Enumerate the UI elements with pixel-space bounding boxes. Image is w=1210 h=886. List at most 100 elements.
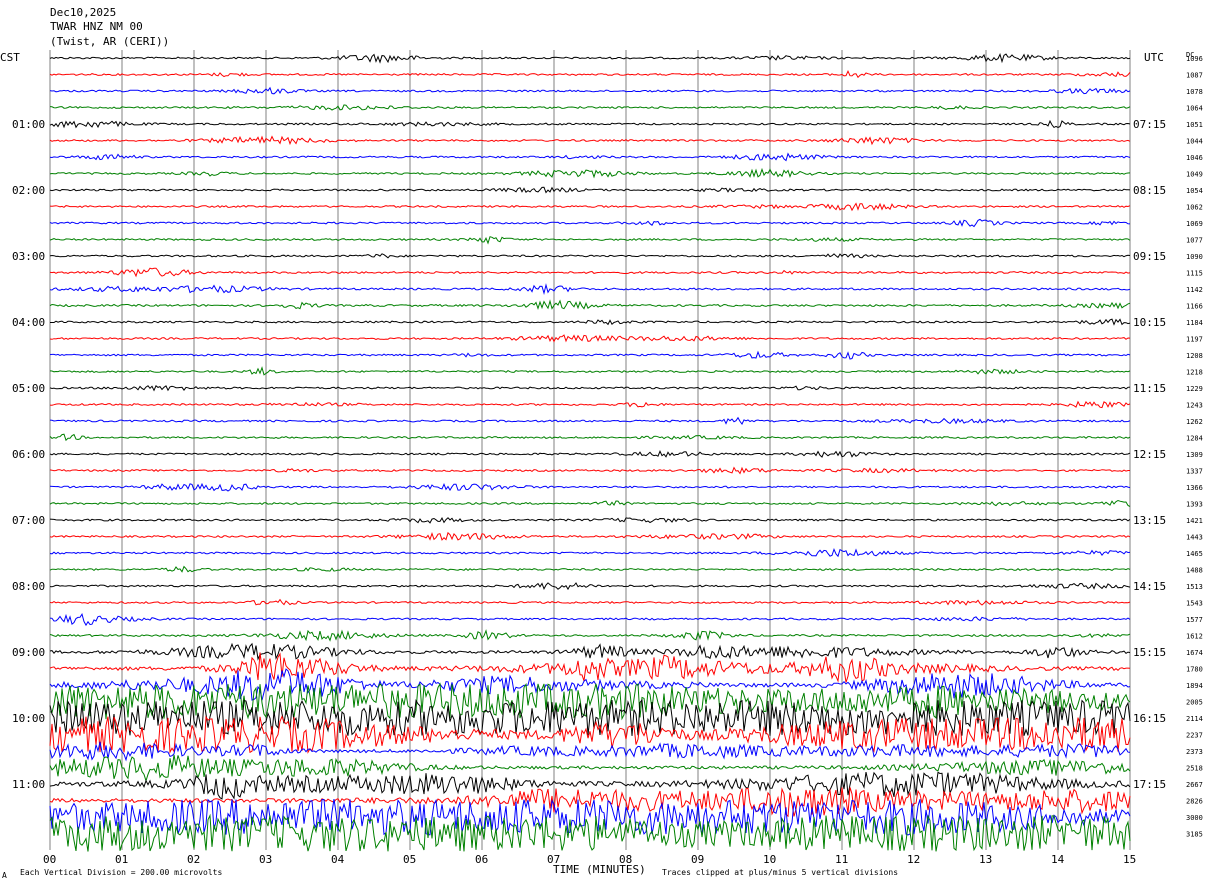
x-tick-label: 13 (979, 853, 992, 866)
seismic-trace (49, 517, 1131, 524)
dc-offset-label: 1077 (1186, 237, 1203, 245)
dc-offset-label: 1366 (1186, 484, 1203, 492)
seismic-trace (49, 499, 1131, 507)
seismic-trace (50, 318, 1131, 326)
right-hour-labels: 07:15 08:15 09:15 10:15 11:15 12:15 13:15 14:15… (1133, 118, 1166, 791)
dc-offset-labels: 1096 1087 1078 1064 1051 1044 1046 1049 1054 1062… (1186, 55, 1203, 839)
x-tick-label: 09 (691, 853, 704, 866)
seismic-trace (49, 813, 1131, 852)
right-hour-label: 09:15 (1133, 250, 1166, 263)
x-tick-label: 14 (1051, 853, 1065, 866)
x-tick-label: 12 (907, 853, 920, 866)
left-hour-label: 09:00 (12, 646, 45, 659)
dc-offset-label: 1894 (1186, 682, 1203, 690)
left-hour-label: 10:00 (12, 712, 45, 725)
dc-offset-label: 1197 (1186, 336, 1203, 344)
seismic-trace (49, 267, 1131, 278)
seismic-trace (49, 741, 1131, 762)
dc-offset-label: 1078 (1186, 88, 1203, 96)
seismic-trace (49, 119, 1131, 129)
right-hour-label: 08:15 (1133, 184, 1166, 197)
left-hour-label: 07:00 (12, 514, 45, 527)
seismic-trace (49, 218, 1131, 228)
right-hour-label: 07:15 (1133, 118, 1166, 131)
dc-offset-label: 1488 (1186, 567, 1203, 575)
seismic-trace (49, 598, 1131, 606)
clip-note: Traces clipped at plus/minus 5 vertical … (662, 868, 898, 877)
seismic-trace (49, 202, 1131, 212)
dc-offset-label: 1069 (1186, 220, 1203, 228)
x-tick-label: 15 (1123, 853, 1136, 866)
dc-offset-label: 1393 (1186, 501, 1203, 509)
seismic-trace (49, 466, 1130, 475)
right-hour-label: 10:15 (1133, 316, 1166, 329)
seismic-trace (49, 629, 1131, 642)
dc-offset-label: 2373 (1186, 748, 1203, 756)
right-timezone-label: UTC (1144, 51, 1164, 64)
right-hour-label: 14:15 (1133, 580, 1166, 593)
dc-offset-label: 2237 (1186, 732, 1203, 740)
seismic-trace (49, 754, 1131, 783)
seismic-trace (49, 565, 1131, 573)
seismic-trace (49, 531, 1131, 541)
corner-mark: A (2, 871, 7, 880)
seismic-trace (49, 152, 1131, 162)
x-tick-label: 00 (43, 853, 56, 866)
header-station: TWAR HNZ NM 00 (50, 20, 143, 33)
dc-offset-label: 1337 (1186, 468, 1203, 476)
dc-offset-label: 1062 (1186, 204, 1203, 212)
dc-offset-label: 1044 (1186, 138, 1203, 146)
x-tick-label: 04 (331, 853, 345, 866)
dc-offset-label: 1513 (1186, 583, 1203, 591)
seismic-traces (49, 52, 1131, 852)
seismic-trace (49, 334, 1131, 343)
dc-offset-label: 1577 (1186, 616, 1203, 624)
right-hour-label: 12:15 (1133, 448, 1166, 461)
seismic-trace (49, 366, 1131, 376)
left-hour-label: 03:00 (12, 250, 45, 263)
scale-note: Each Vertical Division = 200.00 microvol… (20, 868, 222, 877)
dc-offset-label: 2826 (1186, 798, 1203, 806)
dc-offset-label: 1465 (1186, 550, 1203, 558)
left-hour-label: 08:00 (12, 580, 45, 593)
left-hour-label: 01:00 (12, 118, 45, 131)
seismic-trace (49, 482, 1131, 492)
dc-offset-label: 1208 (1186, 352, 1203, 360)
seismic-trace (49, 283, 1131, 295)
seismic-trace (49, 86, 1131, 95)
dc-offset-label: 1543 (1186, 600, 1203, 608)
right-hour-label: 17:15 (1133, 778, 1166, 791)
dc-offset-label: 1087 (1186, 72, 1203, 80)
x-tick-label: 05 (403, 853, 416, 866)
dc-offset-label: 1049 (1186, 171, 1203, 179)
left-hour-label: 02:00 (12, 184, 45, 197)
dc-offset-label: 1284 (1186, 435, 1203, 443)
x-tick-label: 11 (835, 853, 848, 866)
seismic-trace (49, 186, 1131, 194)
dc-offset-label: 1612 (1186, 633, 1203, 641)
seismic-trace (49, 385, 1131, 392)
dc-offset-label: 1096 (1186, 55, 1203, 63)
header-location: (Twist, AR (CERI)) (50, 35, 169, 48)
left-hour-label: 04:00 (12, 316, 45, 329)
dc-offset-label: 1142 (1186, 286, 1203, 294)
dc-offset-label: 1421 (1186, 517, 1203, 525)
dc-offset-label: 1166 (1186, 303, 1203, 311)
seismic-trace (49, 416, 1131, 425)
seismic-trace (49, 450, 1131, 458)
dc-offset-label: 1051 (1186, 121, 1203, 129)
seismic-trace (49, 350, 1131, 360)
dc-offset-label: 1443 (1186, 534, 1203, 542)
dc-offset-label: 3000 (1186, 814, 1203, 822)
dc-offset-label: 1046 (1186, 154, 1203, 162)
seismic-trace (49, 236, 1131, 245)
left-hour-label: 05:00 (12, 382, 45, 395)
seismic-trace (49, 299, 1131, 311)
right-hour-label: 16:15 (1133, 712, 1166, 725)
seismic-trace (49, 548, 1131, 558)
helicorder-plot: Dec10,2025 TWAR HNZ NM 00 (Twist, AR (CE… (0, 6, 1203, 880)
dc-offset-label: 1309 (1186, 451, 1203, 459)
left-timezone-label: CST (0, 51, 20, 64)
dc-offset-label: 3185 (1186, 831, 1203, 839)
seismic-trace (49, 642, 1131, 661)
